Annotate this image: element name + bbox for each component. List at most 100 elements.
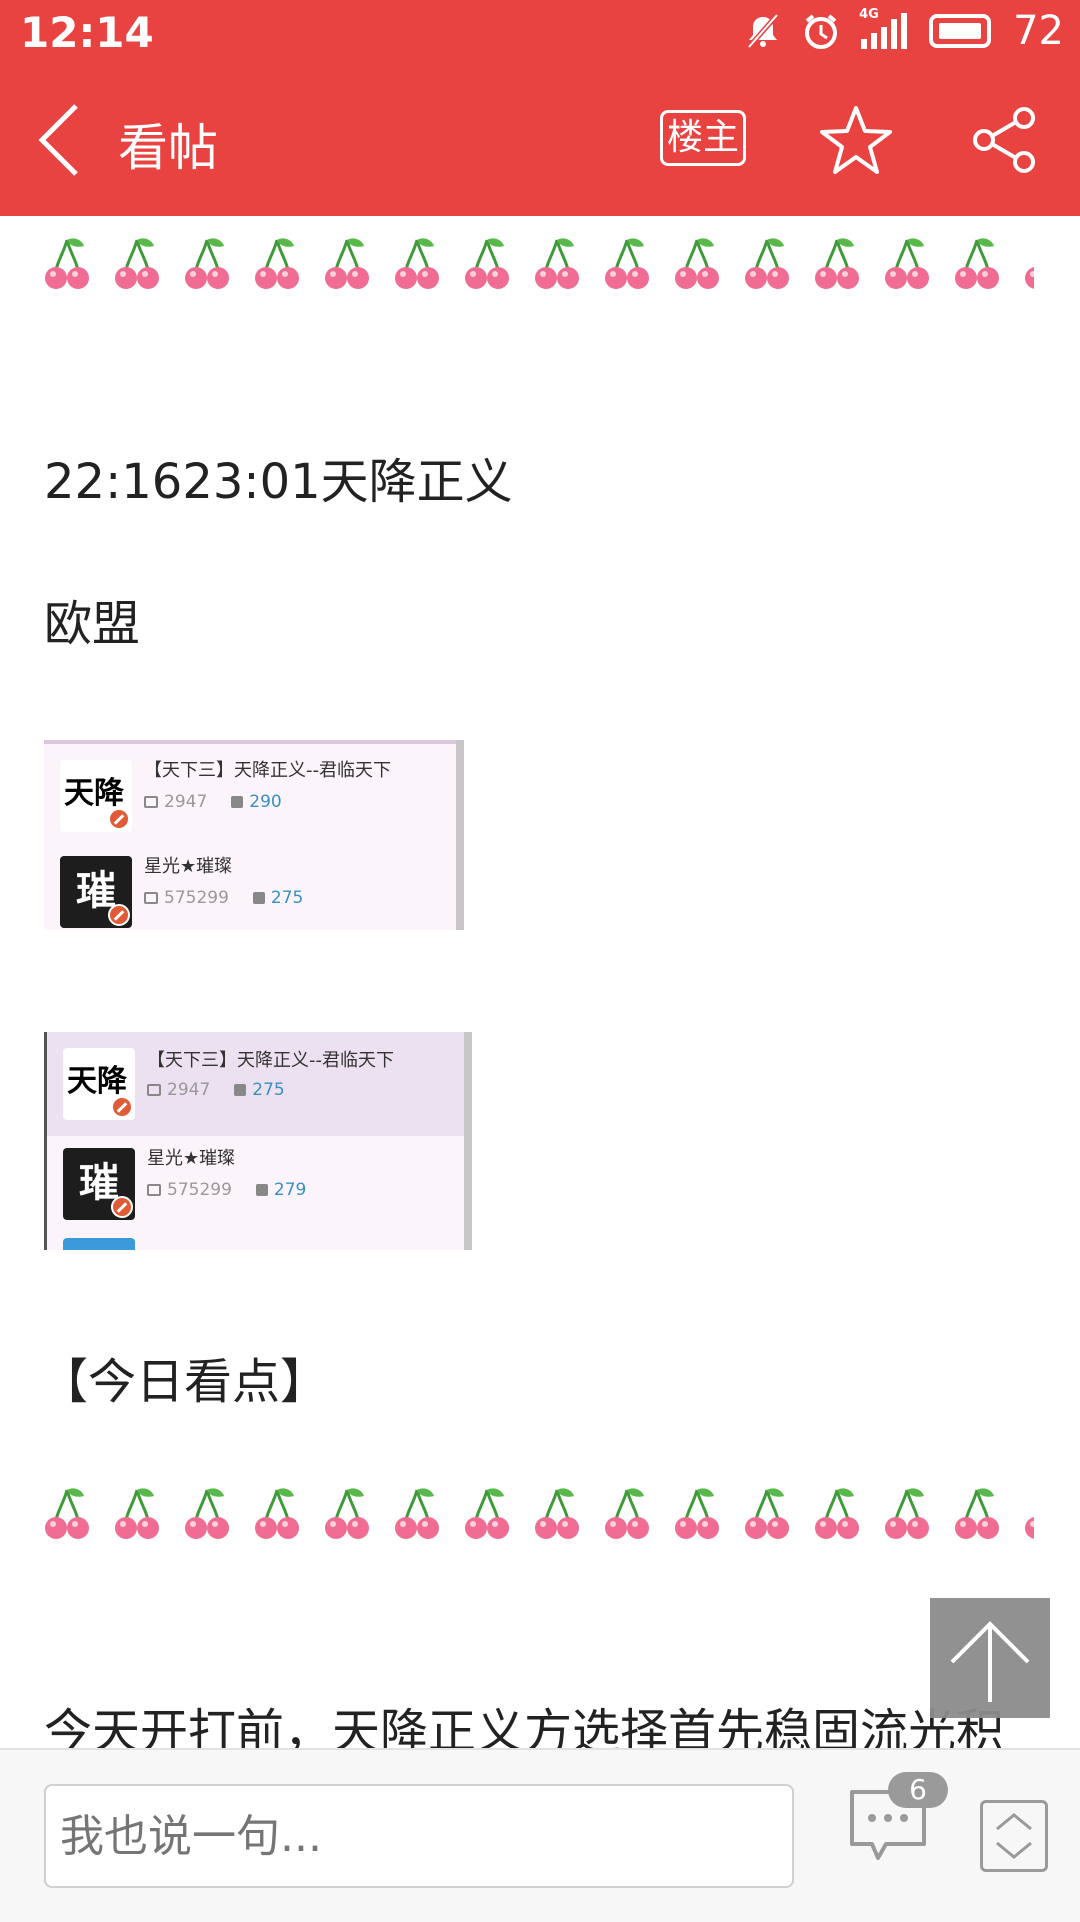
cherry-icon [324,234,370,294]
mute-icon [747,13,779,49]
cherry-icon [254,1484,300,1544]
guild-name: 星光★璀璨 [144,856,233,877]
cherry-icon [184,234,230,294]
cherry-icon [44,1484,90,1544]
guild-avatar: 天降 [63,1048,135,1120]
guild-id: 575299 [164,888,229,908]
network-type: 4G [859,7,879,22]
scroll-to-top-button[interactable] [930,1598,1050,1718]
member-count: 275 [252,1080,285,1100]
post-text-line: 欧盟 [44,596,141,652]
guild-row: 璀 星光★璀璨 575299 279 [47,1136,472,1232]
cherry-icon [44,234,90,294]
avatar-text: 天降 [67,1064,127,1099]
cherry-icon [254,234,300,294]
cherry-divider [44,234,1034,294]
cherry-icon [814,234,860,294]
only-op-button[interactable]: 楼主 [660,110,746,166]
guild-id: 2947 [164,792,208,812]
member-icon [231,796,244,808]
cherry-icon [394,234,440,294]
cherry-icon [744,234,790,294]
post-text-line: 今天开打前，天降正义方选择首先稳固流光积 [44,1704,1005,1748]
guild-name: 【天下三】天降正义--君临天下 [147,1050,394,1071]
guild-row: 璀 星光★璀璨 575299 275 [44,844,464,930]
reply-input[interactable] [44,1784,794,1888]
cherry-icon [464,1484,510,1544]
cherry-icon [464,234,510,294]
guild-avatar: 天降 [60,760,132,832]
ban-icon [108,904,130,926]
cherry-icon [884,1484,930,1544]
app-bar: 看帖 楼主 [0,64,1080,216]
guild-meta: 2947 290 [144,792,282,812]
post-content[interactable]: 22:1623:01天降正义 欧盟 天降 【天下三】天降正义--君临天下 294… [0,216,1080,1748]
guild-avatar: 璀 [60,856,132,928]
status-bar: 12:14 4G 72 [0,0,1080,64]
post-image[interactable]: 天降 【天下三】天降正义--君临天下 2947 290 璀 星光★璀璨 57529… [44,740,464,930]
cherry-icon [534,1484,580,1544]
guild-avatar: 璀 [63,1148,135,1220]
status-time: 12:14 [20,8,154,57]
ban-icon [111,1196,133,1218]
member-count: 290 [249,792,282,812]
cherry-icon [604,1484,650,1544]
reply-bar: 6 [0,1748,1080,1922]
guild-id: 575299 [167,1180,232,1200]
cherry-icon [744,1484,790,1544]
guild-meta: 575299 275 [144,888,303,908]
cherry-icon [1024,1484,1034,1544]
cherry-icon [1024,234,1034,294]
share-icon[interactable] [970,106,1038,174]
cherry-icon [324,1484,370,1544]
member-count: 279 [273,1180,307,1200]
back-icon[interactable] [30,100,90,180]
arrow-up-icon [950,1621,1030,1702]
id-icon [144,796,158,808]
cherry-icon [814,1484,860,1544]
id-icon [144,892,158,904]
guild-meta: 2947 275 [147,1080,285,1100]
battery-icon [929,14,992,48]
member-count: 275 [270,888,304,908]
cherry-icon [954,1484,1000,1544]
guild-row-partial [63,1238,135,1250]
cherry-icon [674,1484,720,1544]
id-icon [147,1084,161,1096]
signal-icon: 4G [859,7,911,51]
battery-level: 72 [1013,8,1064,54]
ban-icon [108,808,130,830]
ban-icon [111,1096,133,1118]
cherry-icon [884,234,930,294]
cherry-icon [114,234,160,294]
section-title: 【今日看点】 [40,1354,329,1410]
comment-count-badge: 6 [888,1772,948,1808]
member-icon [234,1084,247,1096]
post-image[interactable]: 天降 【天下三】天降正义--君临天下 2947 275 璀 星光★璀璨 57529… [44,1032,472,1250]
guild-meta: 575299 279 [147,1180,306,1200]
guild-name: 【天下三】天降正义--君临天下 [144,760,391,781]
member-icon [255,1184,268,1196]
cherry-icon [954,234,1000,294]
cherry-icon [674,234,720,294]
up-down-icon [996,1813,1032,1859]
page-nav-button[interactable] [980,1800,1048,1872]
post-text-line: 22:1623:01天降正义 [44,454,513,510]
cherry-icon [184,1484,230,1544]
page-title: 看帖 [118,119,218,177]
cherry-icon [114,1484,160,1544]
guild-row: 天降 【天下三】天降正义--君临天下 2947 275 [47,1032,472,1136]
favorite-star-icon[interactable] [820,104,892,176]
status-icons: 4G 72 [743,7,1064,54]
cherry-divider [44,1484,1034,1544]
cherry-icon [394,1484,440,1544]
id-icon [147,1184,161,1196]
cherry-icon [604,234,650,294]
avatar-text: 天降 [64,776,124,811]
cherry-icon [534,234,580,294]
alarm-icon [805,14,838,49]
guild-row: 天降 【天下三】天降正义--君临天下 2947 290 [44,748,464,844]
member-icon [252,892,265,904]
guild-name: 星光★璀璨 [147,1148,236,1169]
guild-id: 2947 [167,1080,211,1100]
